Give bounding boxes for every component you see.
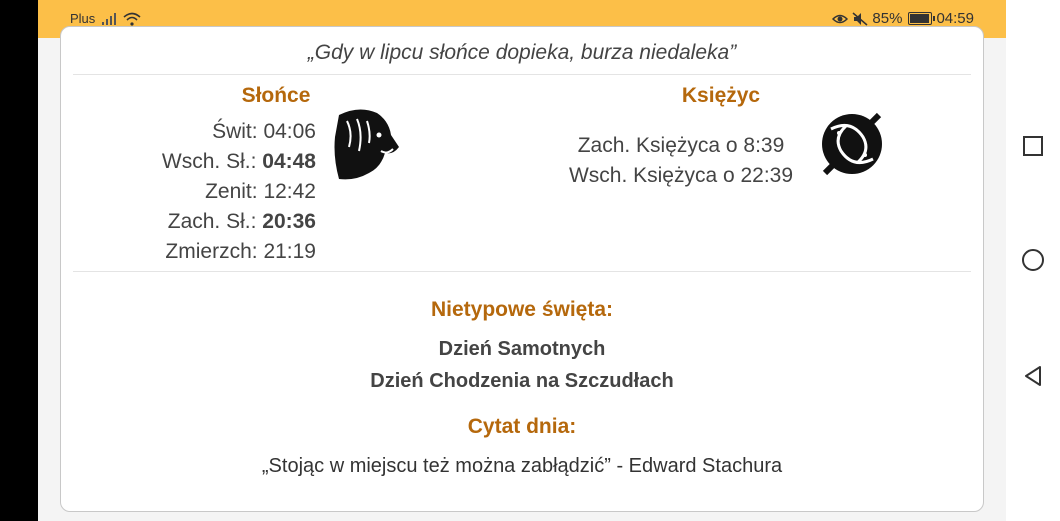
triangle-back-icon[interactable]	[1021, 364, 1045, 388]
pisces-fish-icon	[822, 112, 882, 176]
eye-icon	[832, 14, 849, 23]
screen: Plus 85% 04:59 „Gdy w lipcu słońce dopie…	[38, 0, 1006, 521]
battery-fill	[910, 14, 930, 23]
sun-row: Wsch. Sł.: 04:48	[161, 150, 316, 173]
circle-home-icon[interactable]	[1021, 248, 1045, 272]
moon-row: Zach. Księżyca o 8:39	[577, 134, 785, 157]
sun-times: Świt: 04:06 Wsch. Sł.: 04:48 Zenit: 12:4…	[121, 117, 316, 267]
sun-row: Zmierzch: 21:19	[165, 240, 316, 263]
proverb: „Gdy w lipcu słońce dopieka, burza nieda…	[307, 41, 737, 64]
battery-percent: 85%	[872, 10, 903, 27]
signal-icon	[102, 12, 117, 25]
sun-row: Zenit: 12:42	[205, 180, 316, 203]
navigation-bar	[1006, 0, 1060, 521]
moon-row: Wsch. Księżyca o 22:39	[568, 164, 794, 187]
holiday-item: Dzień Chodzenia na Szczudłach	[370, 370, 674, 392]
leo-lion-icon	[334, 109, 399, 180]
carrier-label: Plus	[70, 11, 96, 26]
sun-row: Świt: 04:06	[212, 120, 316, 143]
status-left: Plus	[70, 11, 141, 26]
sun-row: Zach. Sł.: 20:36	[167, 210, 316, 233]
square-recents-icon[interactable]	[1021, 134, 1045, 158]
sun-title: Słońce	[241, 84, 311, 107]
calendar-card: „Gdy w lipcu słońce dopieka, burza nieda…	[60, 26, 984, 512]
moon-title: Księżyc	[681, 84, 761, 107]
divider	[73, 271, 971, 272]
moon-times: Zach. Księżyca o 8:39 Wsch. Księżyca o 2…	[541, 131, 821, 191]
holidays-title: Nietypowe święta:	[430, 298, 614, 321]
wifi-icon	[123, 12, 141, 26]
quote-title: Cytat dnia:	[467, 415, 577, 438]
mute-icon	[852, 11, 868, 26]
clock: 04:59	[936, 10, 974, 27]
divider	[73, 74, 971, 75]
quote-text: „Stojąc w miejscu też można zabłądzić” -…	[261, 455, 783, 477]
holiday-item: Dzień Samotnych	[438, 338, 606, 360]
battery-icon	[908, 12, 936, 25]
status-right: 85% 04:59	[832, 10, 974, 27]
